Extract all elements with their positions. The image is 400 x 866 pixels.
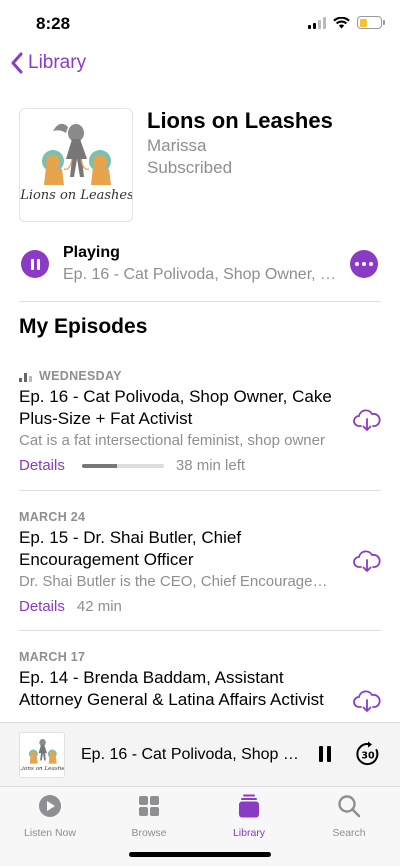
episode-duration: 42 min [76, 598, 122, 615]
divider [19, 490, 381, 491]
episode-duration: 38 min left [175, 457, 246, 474]
chevron-left-icon [11, 52, 23, 74]
svg-text:Lions on Leashes: Lions on Leashes [20, 188, 133, 203]
podcast-artwork[interactable]: Lions on Leashes [19, 108, 133, 222]
home-indicator[interactable] [129, 852, 271, 857]
divider [19, 630, 381, 631]
mini-player-title[interactable]: Ep. 16 - Cat Polivoda, Shop Owner, Cake … [81, 746, 299, 764]
search-icon [338, 795, 361, 818]
status-time: 8:28 [36, 14, 71, 33]
cloud-download-icon[interactable] [353, 689, 381, 713]
grid-icon [139, 796, 159, 816]
pause-button[interactable] [21, 250, 49, 278]
svg-text:Lions on Leashes: Lions on Leashes [20, 766, 65, 772]
episode-date: MARCH 24 [19, 510, 86, 524]
episode-description: Cat is a fat intersectional feminist, sh… [19, 432, 325, 449]
lions-logo-icon: Lions on Leashes [20, 739, 65, 772]
tab-search[interactable]: Search [304, 793, 394, 839]
cloud-download-icon[interactable] [353, 549, 381, 573]
back-label: Library [28, 52, 87, 73]
tab-listen-now[interactable]: Listen Now [5, 793, 95, 839]
podcast-author[interactable]: Marissa [147, 136, 207, 156]
tab-browse[interactable]: Browse [104, 793, 194, 839]
cloud-download-icon[interactable] [353, 408, 381, 432]
episode-row[interactable]: WEDNESDAY Ep. 16 - Cat Polivoda, Shop Ow… [19, 368, 381, 474]
episode-date: WEDNESDAY [39, 369, 122, 383]
more-options-button[interactable] [350, 250, 378, 278]
wifi-icon [333, 16, 350, 28]
episode-date: MARCH 17 [19, 650, 86, 664]
divider [19, 301, 381, 302]
playing-episode[interactable]: Ep. 16 - Cat Polivoda, Shop Owner, Cake … [63, 266, 338, 284]
episode-progress-bar [81, 463, 164, 468]
pause-icon [30, 258, 34, 270]
podcast-title: Lions on Leashes [147, 108, 333, 133]
library-icon [239, 794, 259, 818]
lions-logo-icon: Lions on Leashes [20, 123, 133, 203]
episode-description: Dr. Shai Butler is the CEO, Chief Encour… [19, 573, 339, 590]
playing-label: Playing [63, 244, 120, 261]
details-link[interactable]: Details [19, 457, 65, 474]
mini-player[interactable]: Lions on Leashes Ep. 16 - Cat Polivoda, … [0, 722, 400, 786]
mini-player-artwork: Lions on Leashes [19, 732, 65, 778]
details-link[interactable]: Details [19, 598, 65, 615]
episode-title: Ep. 14 - Brenda Baddam, Assistant Attorn… [19, 668, 324, 709]
episode-title: Ep. 16 - Cat Polivoda, Shop Owner, Cake … [19, 387, 332, 428]
cellular-signal-icon [308, 16, 326, 29]
section-title: My Episodes [19, 315, 148, 338]
svg-text:30: 30 [361, 751, 375, 762]
back-button[interactable]: Library [10, 52, 86, 74]
tab-library[interactable]: Library [204, 793, 294, 839]
skip-forward-30-icon[interactable]: 30 [355, 741, 381, 767]
status-bar: 8:28 [0, 0, 400, 48]
episode-row[interactable]: MARCH 17 Ep. 14 - Brenda Baddam, Assista… [19, 649, 381, 722]
episode-title: Ep. 15 - Dr. Shai Butler, Chief Encourag… [19, 528, 242, 569]
mini-pause-button[interactable] [319, 746, 331, 762]
episode-row[interactable]: MARCH 24 Ep. 15 - Dr. Shai Butler, Chief… [19, 509, 381, 615]
battery-icon [357, 16, 385, 29]
ellipsis-icon [355, 262, 359, 266]
subscription-status: Subscribed [147, 158, 233, 177]
pause-icon [319, 746, 323, 762]
now-playing-bars-icon [19, 373, 32, 382]
play-circle-icon [39, 795, 61, 817]
